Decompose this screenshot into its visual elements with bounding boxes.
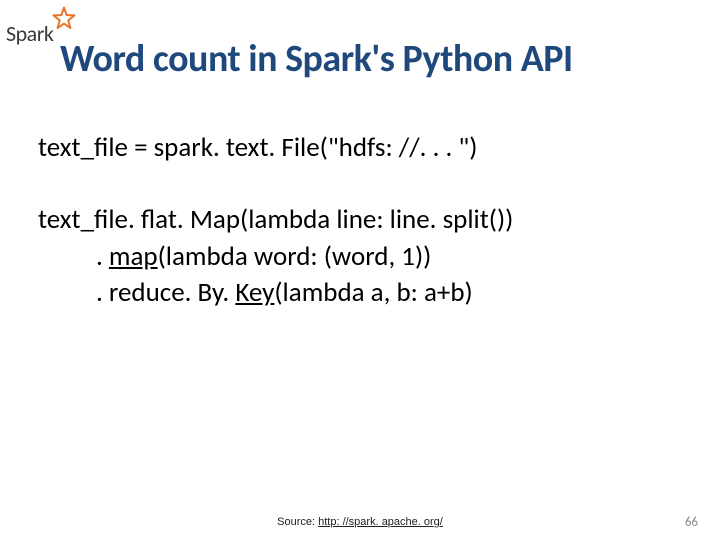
code-snippet: text_file = spark. text. File("hdfs: //.…: [38, 130, 513, 312]
source-footer: Source: http: //spark. apache. org/: [0, 516, 720, 528]
source-link[interactable]: http: //spark. apache. org/: [318, 516, 443, 528]
code-line-4: . reduce. By. Key(lambda a, b: a+b): [38, 275, 513, 311]
star-icon: [51, 6, 77, 37]
code-line-2: text_file. flat. Map(lambda line: line. …: [38, 202, 513, 238]
slide-title: Word count in Spark's Python API: [60, 36, 573, 82]
source-label: Source:: [277, 516, 318, 528]
spark-logo-text: Spark: [6, 23, 53, 45]
code-line-1: text_file = spark. text. File("hdfs: //.…: [38, 130, 513, 166]
code-line-3: . map(lambda word: (word, 1)): [38, 239, 513, 275]
page-number: 66: [685, 515, 698, 530]
